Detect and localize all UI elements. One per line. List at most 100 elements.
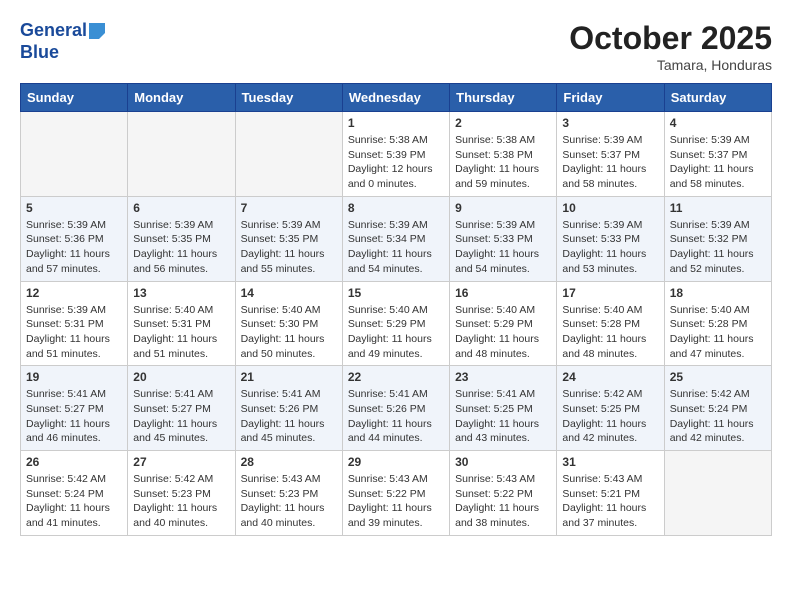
day-number: 7: [241, 201, 337, 215]
calendar-cell: 15 Sunrise: 5:40 AM Sunset: 5:29 PM Dayli…: [342, 281, 449, 366]
day-info: Sunrise: 5:39 AM Sunset: 5:37 PM Dayligh…: [670, 133, 766, 192]
day-number: 3: [562, 116, 658, 130]
calendar-cell: 30 Sunrise: 5:43 AM Sunset: 5:22 PM Dayli…: [450, 451, 557, 536]
day-info: Sunrise: 5:41 AM Sunset: 5:26 PM Dayligh…: [241, 387, 337, 446]
day-number: 10: [562, 201, 658, 215]
day-number: 22: [348, 370, 444, 384]
calendar-cell: 28 Sunrise: 5:43 AM Sunset: 5:23 PM Dayli…: [235, 451, 342, 536]
calendar-cell: 24 Sunrise: 5:42 AM Sunset: 5:25 PM Dayli…: [557, 366, 664, 451]
calendar-week-row: 5 Sunrise: 5:39 AM Sunset: 5:36 PM Daylig…: [21, 196, 772, 281]
day-info: Sunrise: 5:43 AM Sunset: 5:22 PM Dayligh…: [348, 472, 444, 531]
weekday-header-row: SundayMondayTuesdayWednesdayThursdayFrid…: [21, 84, 772, 112]
calendar-cell: 2 Sunrise: 5:38 AM Sunset: 5:38 PM Daylig…: [450, 112, 557, 197]
day-info: Sunrise: 5:40 AM Sunset: 5:29 PM Dayligh…: [455, 303, 551, 362]
day-info: Sunrise: 5:39 AM Sunset: 5:33 PM Dayligh…: [562, 218, 658, 277]
calendar-cell: [235, 112, 342, 197]
day-number: 26: [26, 455, 122, 469]
day-info: Sunrise: 5:39 AM Sunset: 5:37 PM Dayligh…: [562, 133, 658, 192]
day-info: Sunrise: 5:40 AM Sunset: 5:29 PM Dayligh…: [348, 303, 444, 362]
page-header: General Blue October 2025 Tamara, Hondur…: [20, 20, 772, 73]
calendar-cell: 12 Sunrise: 5:39 AM Sunset: 5:31 PM Dayli…: [21, 281, 128, 366]
day-number: 21: [241, 370, 337, 384]
logo-icon: [89, 23, 105, 39]
day-number: 18: [670, 286, 766, 300]
day-number: 15: [348, 286, 444, 300]
day-info: Sunrise: 5:43 AM Sunset: 5:22 PM Dayligh…: [455, 472, 551, 531]
logo-blue: Blue: [20, 42, 105, 64]
calendar-cell: 27 Sunrise: 5:42 AM Sunset: 5:23 PM Dayli…: [128, 451, 235, 536]
calendar-cell: 8 Sunrise: 5:39 AM Sunset: 5:34 PM Daylig…: [342, 196, 449, 281]
calendar-week-row: 26 Sunrise: 5:42 AM Sunset: 5:24 PM Dayli…: [21, 451, 772, 536]
calendar-cell: 13 Sunrise: 5:40 AM Sunset: 5:31 PM Dayli…: [128, 281, 235, 366]
day-number: 25: [670, 370, 766, 384]
day-info: Sunrise: 5:42 AM Sunset: 5:25 PM Dayligh…: [562, 387, 658, 446]
calendar-cell: 3 Sunrise: 5:39 AM Sunset: 5:37 PM Daylig…: [557, 112, 664, 197]
calendar-cell: 18Sunrise: 5:40 AM Sunset: 5:28 PM Dayli…: [664, 281, 771, 366]
day-number: 13: [133, 286, 229, 300]
calendar-cell: 5 Sunrise: 5:39 AM Sunset: 5:36 PM Daylig…: [21, 196, 128, 281]
day-number: 2: [455, 116, 551, 130]
day-info: Sunrise: 5:39 AM Sunset: 5:34 PM Dayligh…: [348, 218, 444, 277]
logo: General Blue: [20, 20, 105, 63]
calendar-cell: [128, 112, 235, 197]
day-info: Sunrise: 5:39 AM Sunset: 5:31 PM Dayligh…: [26, 303, 122, 362]
day-info: Sunrise: 5:43 AM Sunset: 5:23 PM Dayligh…: [241, 472, 337, 531]
weekday-header: Thursday: [450, 84, 557, 112]
day-number: 8: [348, 201, 444, 215]
calendar-cell: 19 Sunrise: 5:41 AM Sunset: 5:27 PM Dayli…: [21, 366, 128, 451]
calendar-week-row: 19 Sunrise: 5:41 AM Sunset: 5:27 PM Dayli…: [21, 366, 772, 451]
weekday-header: Sunday: [21, 84, 128, 112]
day-info: Sunrise: 5:39 AM Sunset: 5:33 PM Dayligh…: [455, 218, 551, 277]
calendar-cell: 23Sunrise: 5:41 AM Sunset: 5:25 PM Dayli…: [450, 366, 557, 451]
calendar-cell: 22Sunrise: 5:41 AM Sunset: 5:26 PM Dayli…: [342, 366, 449, 451]
location-subtitle: Tamara, Honduras: [569, 57, 772, 73]
calendar-cell: 1 Sunrise: 5:38 AM Sunset: 5:39 PM Daylig…: [342, 112, 449, 197]
day-number: 1: [348, 116, 444, 130]
weekday-header: Saturday: [664, 84, 771, 112]
day-number: 4: [670, 116, 766, 130]
day-number: 31: [562, 455, 658, 469]
day-info: Sunrise: 5:40 AM Sunset: 5:28 PM Dayligh…: [562, 303, 658, 362]
day-number: 6: [133, 201, 229, 215]
calendar-week-row: 1 Sunrise: 5:38 AM Sunset: 5:39 PM Daylig…: [21, 112, 772, 197]
day-number: 20: [133, 370, 229, 384]
calendar-cell: 7 Sunrise: 5:39 AM Sunset: 5:35 PM Daylig…: [235, 196, 342, 281]
calendar-cell: [664, 451, 771, 536]
day-number: 30: [455, 455, 551, 469]
calendar-cell: 26 Sunrise: 5:42 AM Sunset: 5:24 PM Dayli…: [21, 451, 128, 536]
day-number: 23: [455, 370, 551, 384]
day-info: Sunrise: 5:42 AM Sunset: 5:23 PM Dayligh…: [133, 472, 229, 531]
calendar-cell: [21, 112, 128, 197]
day-info: Sunrise: 5:42 AM Sunset: 5:24 PM Dayligh…: [670, 387, 766, 446]
weekday-header: Wednesday: [342, 84, 449, 112]
day-number: 14: [241, 286, 337, 300]
day-info: Sunrise: 5:38 AM Sunset: 5:39 PM Dayligh…: [348, 133, 444, 192]
calendar-cell: 31 Sunrise: 5:43 AM Sunset: 5:21 PM Dayli…: [557, 451, 664, 536]
day-info: Sunrise: 5:41 AM Sunset: 5:27 PM Dayligh…: [26, 387, 122, 446]
weekday-header: Tuesday: [235, 84, 342, 112]
day-number: 5: [26, 201, 122, 215]
day-number: 28: [241, 455, 337, 469]
day-number: 19: [26, 370, 122, 384]
day-info: Sunrise: 5:41 AM Sunset: 5:27 PM Dayligh…: [133, 387, 229, 446]
day-info: Sunrise: 5:42 AM Sunset: 5:24 PM Dayligh…: [26, 472, 122, 531]
day-number: 12: [26, 286, 122, 300]
day-info: Sunrise: 5:39 AM Sunset: 5:35 PM Dayligh…: [241, 218, 337, 277]
day-info: Sunrise: 5:43 AM Sunset: 5:21 PM Dayligh…: [562, 472, 658, 531]
calendar-cell: 10 Sunrise: 5:39 AM Sunset: 5:33 PM Dayli…: [557, 196, 664, 281]
calendar-cell: 25 Sunrise: 5:42 AM Sunset: 5:24 PM Dayli…: [664, 366, 771, 451]
day-number: 11: [670, 201, 766, 215]
calendar-cell: 9Sunrise: 5:39 AM Sunset: 5:33 PM Daylig…: [450, 196, 557, 281]
day-number: 24: [562, 370, 658, 384]
day-info: Sunrise: 5:39 AM Sunset: 5:32 PM Dayligh…: [670, 218, 766, 277]
day-number: 16: [455, 286, 551, 300]
day-number: 29: [348, 455, 444, 469]
calendar-cell: 6Sunrise: 5:39 AM Sunset: 5:35 PM Daylig…: [128, 196, 235, 281]
calendar-cell: 4 Sunrise: 5:39 AM Sunset: 5:37 PM Daylig…: [664, 112, 771, 197]
day-info: Sunrise: 5:38 AM Sunset: 5:38 PM Dayligh…: [455, 133, 551, 192]
day-number: 27: [133, 455, 229, 469]
title-area: October 2025 Tamara, Honduras: [569, 20, 772, 73]
day-info: Sunrise: 5:40 AM Sunset: 5:31 PM Dayligh…: [133, 303, 229, 362]
day-info: Sunrise: 5:40 AM Sunset: 5:30 PM Dayligh…: [241, 303, 337, 362]
day-info: Sunrise: 5:39 AM Sunset: 5:36 PM Dayligh…: [26, 218, 122, 277]
